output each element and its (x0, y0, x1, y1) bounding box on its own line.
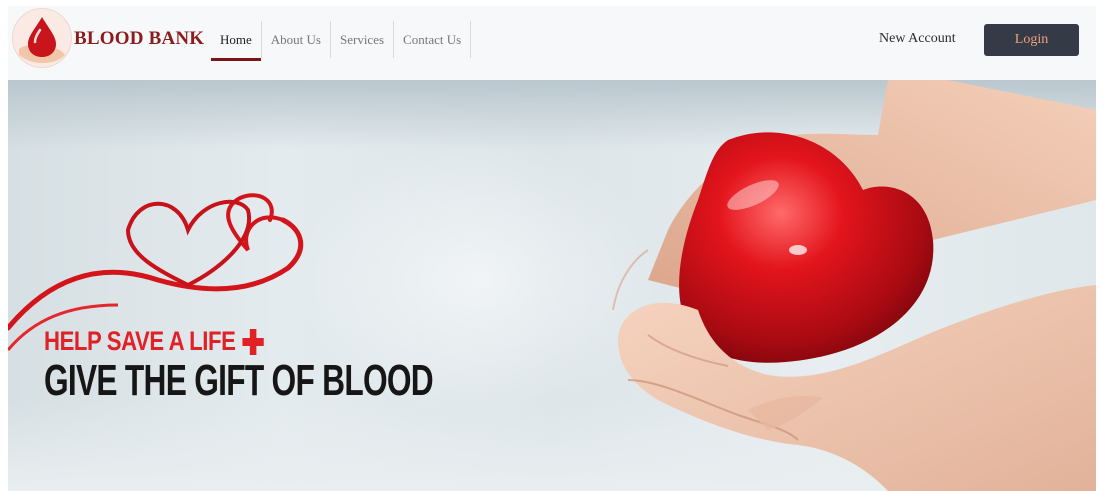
plus-icon (242, 328, 264, 355)
brand-name[interactable]: BLOOD BANK (74, 28, 204, 50)
hero-headline: GIVE THE GIFT OF BLOOD (44, 356, 434, 405)
nav-contact-us[interactable]: Contact Us (394, 21, 472, 58)
top-navbar: BLOOD BANK Home About Us Services Contac… (8, 6, 1096, 80)
hero-tagline: HELP SAVE A LIFE (44, 326, 264, 357)
nav-services[interactable]: Services (331, 21, 395, 58)
nav-about-us[interactable]: About Us (262, 21, 331, 58)
nav-home[interactable]: Home (211, 21, 262, 61)
hero-banner: HELP SAVE A LIFE GIVE THE GIFT OF BLOOD (8, 80, 1096, 491)
hands-holding-heart-image (612, 80, 1096, 491)
blood-drop-logo-icon[interactable] (12, 8, 72, 68)
new-account-link[interactable]: New Account (879, 31, 956, 47)
login-button[interactable]: Login (984, 24, 1079, 56)
main-nav: Home About Us Services Contact Us (211, 21, 472, 61)
hero-illustration (8, 80, 1096, 491)
hero-tagline-text: HELP SAVE A LIFE (44, 326, 236, 356)
